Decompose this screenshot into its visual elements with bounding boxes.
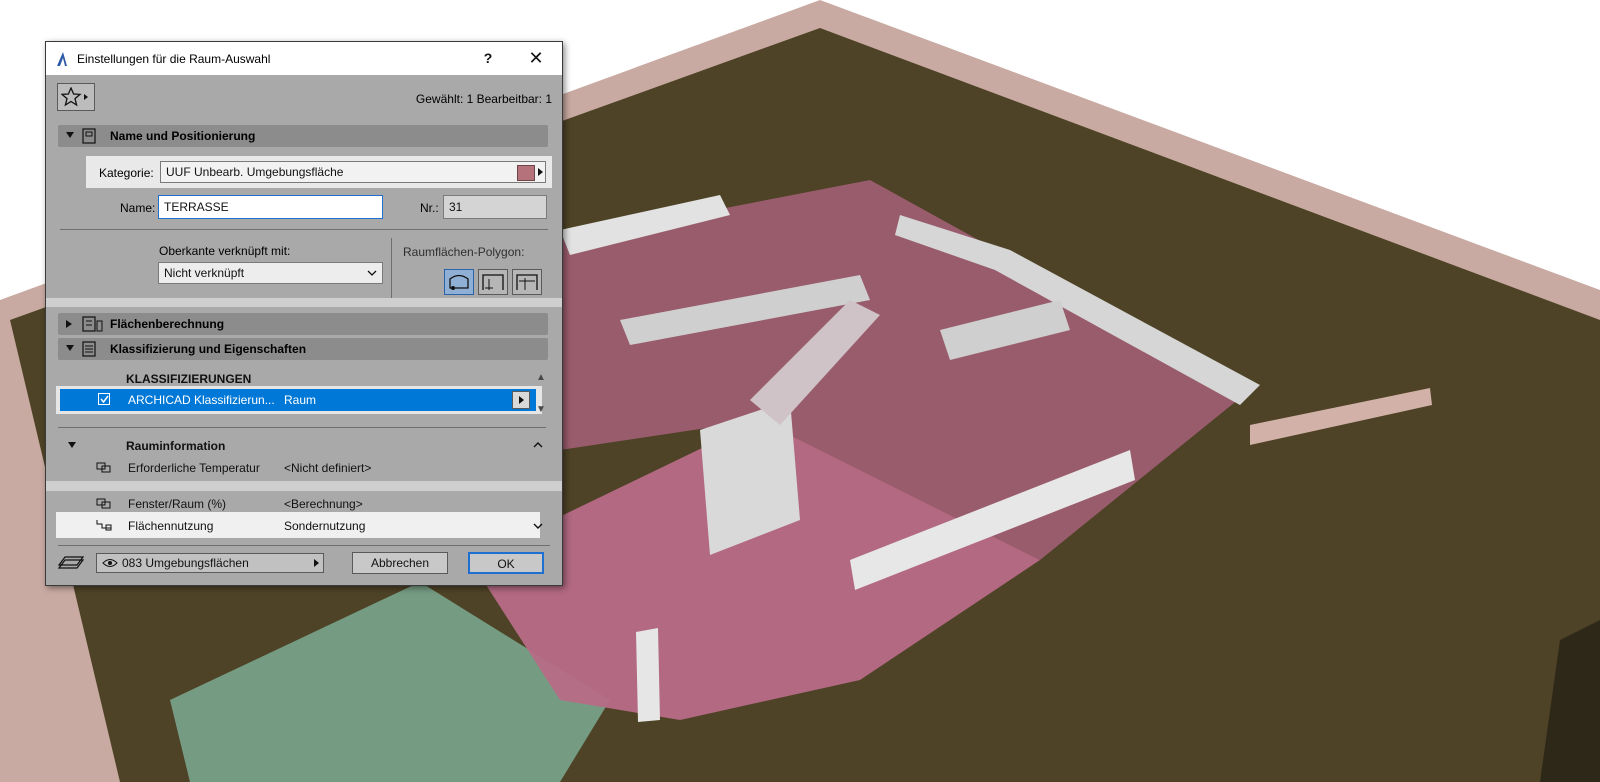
- property-name: Flächennutzung: [128, 519, 214, 533]
- polygon-mode-auto-button[interactable]: [444, 269, 474, 295]
- oberkante-label: Oberkante verknüpft mit:: [159, 244, 291, 258]
- scroll-down-icon[interactable]: ▼: [536, 404, 546, 415]
- divider: [60, 229, 548, 230]
- chevron-down-icon[interactable]: [533, 523, 543, 530]
- collapse-arrow-icon[interactable]: [68, 442, 76, 448]
- kategorie-label: Kategorie:: [99, 166, 154, 180]
- property-value: Sondernutzung: [284, 519, 366, 533]
- section-label: Klassifizierung und Eigenschaften: [110, 342, 307, 356]
- layer-name: 083 Umgebungsflächen: [122, 556, 249, 570]
- classification-row[interactable]: ARCHICAD Klassifizierun... Raum: [60, 389, 536, 411]
- checkmark-icon: [100, 395, 109, 403]
- property-icon: [96, 498, 111, 509]
- classifications-header: KLASSIFIZIERUNGEN: [126, 372, 252, 386]
- section-classification[interactable]: Klassifizierung und Eigenschaften: [58, 338, 548, 360]
- chevron-right-icon[interactable]: [538, 168, 543, 176]
- kategorie-value: UUF Unbearb. Umgebungsfläche: [166, 165, 344, 179]
- classification-picker-button[interactable]: [512, 391, 530, 409]
- room-polygon-rect-icon: [482, 274, 504, 290]
- property-name: Erforderliche Temperatur: [128, 461, 260, 475]
- dialog-title: Einstellungen für die Raum-Auswahl: [77, 52, 271, 66]
- option-set-icon: [96, 520, 112, 531]
- collapse-arrow-icon[interactable]: [66, 132, 74, 138]
- room-info-header: Rauminformation: [126, 439, 226, 453]
- polygon-label: Raumflächen-Polygon:: [403, 245, 525, 259]
- polygon-mode-rect-button[interactable]: [478, 269, 508, 295]
- property-row[interactable]: Fenster/Raum (%) <Berechnung>: [58, 492, 536, 514]
- section-name-positioning[interactable]: Name und Positionierung: [58, 125, 548, 147]
- area-calc-icon: [82, 316, 103, 332]
- section-area-calculation[interactable]: Flächenberechnung: [58, 313, 548, 335]
- classification-value: Raum: [284, 393, 317, 407]
- layer-icon: [57, 556, 85, 569]
- property-value: <Berechnung>: [284, 497, 363, 511]
- cancel-button[interactable]: Abbrechen: [352, 552, 448, 574]
- property-icon: [96, 462, 111, 473]
- room-settings-dialog[interactable]: Einstellungen für die Raum-Auswahl ? ✕ G…: [45, 41, 563, 586]
- band: [46, 298, 562, 307]
- property-row[interactable]: Flächennutzung Sondernutzung: [58, 514, 536, 536]
- close-button[interactable]: ✕: [524, 47, 548, 69]
- scroll-up-icon[interactable]: ▲: [536, 372, 546, 383]
- title-bar[interactable]: Einstellungen für die Raum-Auswahl ? ✕: [46, 42, 562, 75]
- name-input[interactable]: TERRASSE: [158, 195, 383, 219]
- chevron-down-icon: [367, 270, 377, 276]
- oberkante-dropdown[interactable]: Nicht verknüpft: [158, 262, 383, 284]
- layer-selector[interactable]: 083 Umgebungsflächen: [96, 553, 324, 573]
- band: [46, 481, 562, 491]
- property-row[interactable]: Erforderliche Temperatur <Nicht definier…: [58, 456, 536, 478]
- vertical-divider: [391, 238, 392, 298]
- star-icon: [61, 87, 88, 107]
- collapse-arrow-icon[interactable]: [66, 345, 74, 351]
- pillar: [636, 628, 660, 722]
- nr-input[interactable]: 31: [443, 195, 547, 219]
- chevron-right-icon[interactable]: [314, 559, 319, 567]
- chevron-up-icon[interactable]: [533, 441, 543, 448]
- room-polygon-auto-icon: [449, 274, 469, 290]
- nr-label: Nr.:: [420, 201, 439, 215]
- expand-arrow-icon[interactable]: [66, 320, 72, 328]
- section-label: Name und Positionierung: [110, 129, 256, 143]
- divider: [58, 545, 550, 546]
- ok-button[interactable]: OK: [468, 552, 544, 574]
- property-name: Fenster/Raum (%): [128, 497, 227, 511]
- polygon-mode-manual-button[interactable]: [512, 269, 542, 295]
- chevron-right-icon: [519, 396, 524, 404]
- room-tag-icon: [82, 128, 96, 144]
- room-polygon-manual-icon: [516, 274, 538, 290]
- favorites-button[interactable]: [57, 83, 95, 111]
- archicad-logo-icon: [57, 52, 67, 66]
- divider: [58, 427, 546, 428]
- property-value: <Nicht definiert>: [284, 461, 372, 475]
- eye-icon: [102, 559, 118, 567]
- help-button[interactable]: ?: [476, 48, 500, 68]
- classification-name: ARCHICAD Klassifizierun...: [128, 393, 275, 407]
- selection-info: Gewählt: 1 Bearbeitbar: 1: [415, 92, 552, 106]
- oberkante-value: Nicht verknüpft: [164, 266, 245, 280]
- classification-icon: [82, 341, 96, 357]
- category-color-swatch: [517, 165, 535, 181]
- kategorie-select[interactable]: UUF Unbearb. Umgebungsfläche: [160, 161, 546, 183]
- name-label: Name:: [120, 201, 156, 215]
- section-label: Flächenberechnung: [110, 317, 225, 331]
